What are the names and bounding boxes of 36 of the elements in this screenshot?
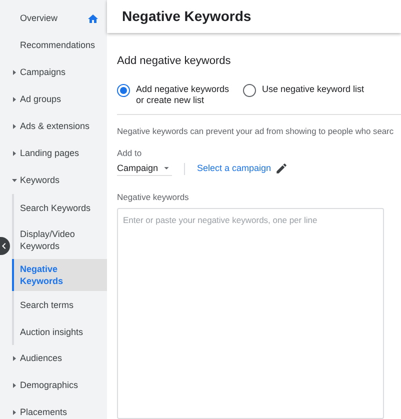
pencil-icon[interactable] [275, 162, 288, 176]
page-title: Negative Keywords [122, 7, 252, 26]
caret-right-icon [12, 124, 17, 129]
sidebar-item[interactable]: Overview [0, 5, 107, 32]
sidebar-subitem[interactable]: Display/Video Keywords [12, 221, 107, 259]
caret-down-icon [12, 178, 17, 183]
section-title: Add negative keywords [117, 54, 232, 69]
select-campaign-link[interactable]: Select a campaign [197, 162, 272, 176]
sidebar-item[interactable]: Landing pages [0, 140, 107, 167]
caret-right-icon [12, 97, 17, 102]
keywords-field[interactable]: Enter or paste your negative keywords, one per line [117, 208, 384, 419]
radio-option[interactable]: Add negative keywords or create new list [117, 84, 237, 106]
sidebar-item[interactable]: Keywords [0, 167, 107, 194]
sidebar-item[interactable]: Ad groups [0, 86, 107, 113]
radio-button[interactable] [243, 84, 256, 96]
field-label: Negative keywords [117, 190, 190, 204]
sidebar-item[interactable]: Audiences [0, 345, 107, 372]
sidebar-item[interactable]: Recommendations [0, 32, 107, 59]
description-text: Negative keywords can prevent your ad from showing to people who searc [117, 124, 395, 138]
sidebar-subitem[interactable]: Auction insights [12, 318, 107, 345]
sidebar-subitem[interactable]: Search Keywords [12, 194, 107, 221]
caret-right-icon [12, 151, 17, 156]
sidebar-item[interactable]: Placements [0, 399, 107, 419]
sidebar-item[interactable]: Campaigns [0, 59, 107, 86]
caret-right-icon [12, 383, 17, 388]
level-dropdown[interactable]: Campaign [117, 162, 172, 176]
home-icon [87, 12, 99, 24]
sidebar-item[interactable]: Demographics [0, 372, 107, 399]
caret-right-icon [12, 356, 17, 361]
radio-option[interactable]: Use negative keyword list [243, 84, 364, 96]
caret-right-icon [12, 410, 17, 415]
sidebar-item[interactable]: Ads & extensions [0, 113, 107, 140]
radio-button[interactable] [117, 84, 130, 96]
sidebar-subitem[interactable]: Search terms [12, 291, 107, 318]
add-to-label: Add to [117, 147, 143, 160]
caret-right-icon [12, 70, 17, 75]
